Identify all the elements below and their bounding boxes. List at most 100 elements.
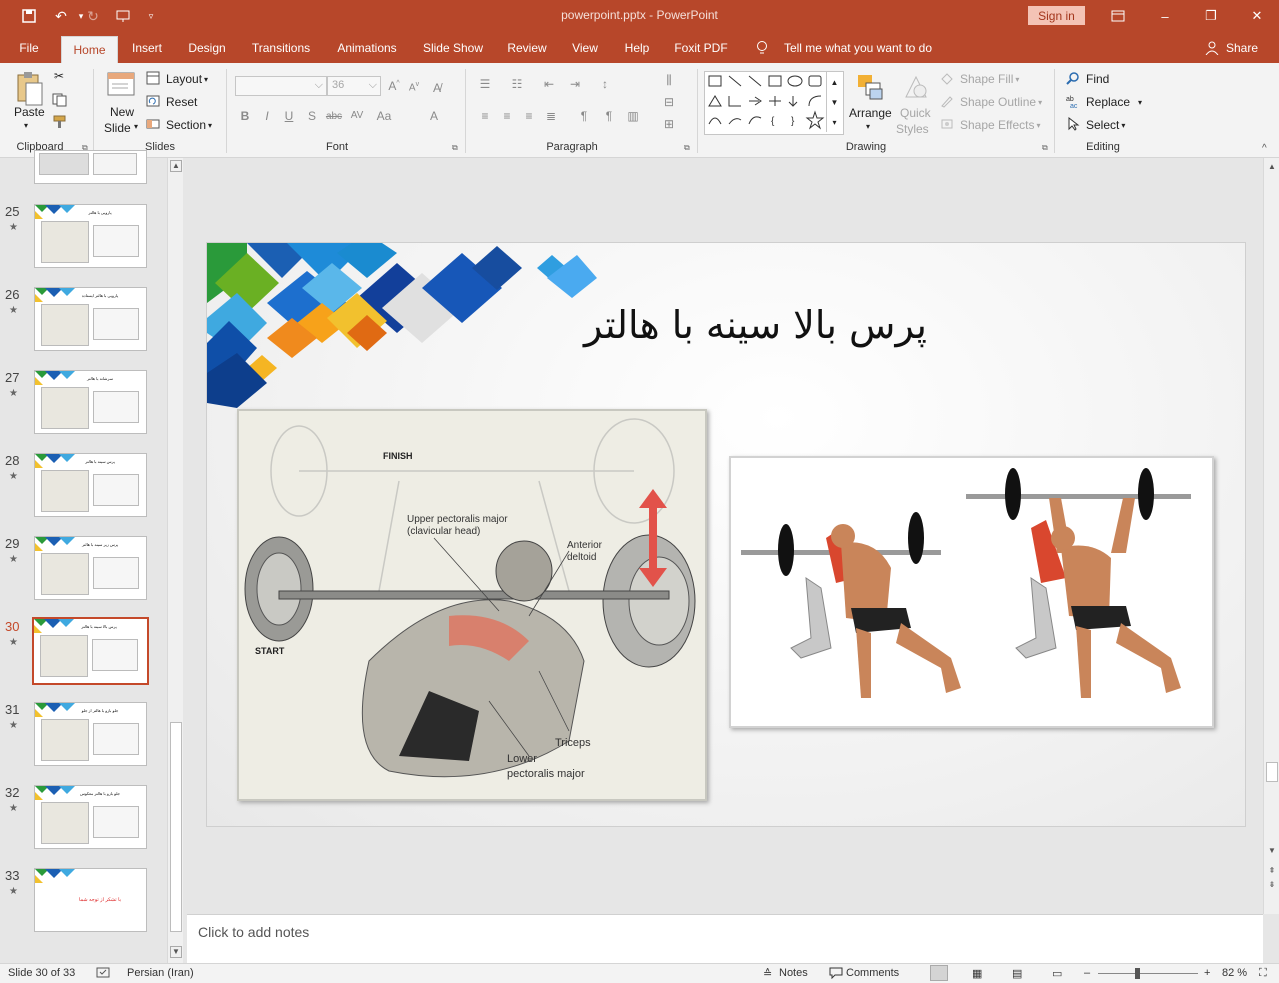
slide-thumbnail-row[interactable]: 33 ★ با تشکر از توجه شما (0, 868, 168, 934)
align-center-icon[interactable]: ≡ (498, 109, 516, 123)
section-button[interactable]: Section ▾ (146, 117, 212, 133)
slide-thumbnail[interactable]: پرس زیر سینه با هالتر (34, 536, 147, 600)
collapse-ribbon-icon[interactable]: ^ (1262, 143, 1267, 154)
replace-button[interactable]: ab ac Replace ▾ (1066, 94, 1142, 110)
tab-foxit-pdf[interactable]: Foxit PDF (670, 32, 732, 63)
slide-thumbnail-row[interactable]: 28 ★ پرس سینه با هالتر (0, 453, 168, 519)
anatomy-figure[interactable]: FINISH START Upper pectoralis major (cla… (237, 409, 707, 801)
slide-thumbnail[interactable]: سرشانه با هالتر (34, 370, 147, 434)
select-button[interactable]: Select ▾ (1066, 116, 1125, 133)
quick-styles-label2[interactable]: Styles (896, 122, 929, 136)
slide-sorter-icon[interactable]: ▦ (972, 967, 982, 980)
scroll-up-icon[interactable]: ▲ (170, 160, 182, 172)
slide-thumbnail[interactable]: جلو بازو با هالتر از جلو (34, 702, 147, 766)
slide-thumbnail-row[interactable]: 31 ★ جلو بازو با هالتر از جلو (0, 702, 168, 768)
tab-transitions[interactable]: Transitions (246, 32, 316, 63)
shapes-gallery[interactable]: {} (704, 71, 844, 135)
tab-file[interactable]: File (8, 32, 50, 63)
thumbnail-scrollbar[interactable]: ▲ ▼ (167, 158, 183, 963)
slide-thumbnails-pane[interactable]: 25 ★ پارویی با هالتر 26 ★ پارویی با هالتر ایس… (0, 150, 186, 963)
numbering-icon[interactable]: ☷ (508, 77, 526, 91)
slide-thumbnail[interactable]: پرس بالا سینه با هالتر (32, 617, 149, 685)
incline-press-figure[interactable] (729, 456, 1214, 728)
arrange-button[interactable]: Arrange (849, 106, 892, 120)
italic-icon[interactable]: I (258, 109, 276, 123)
zoom-in-icon[interactable]: + (1204, 967, 1210, 979)
scroll-down-icon[interactable]: ▼ (170, 946, 182, 958)
slide-title[interactable]: پرس بالا سینه با هالتر (507, 303, 927, 347)
zoom-out-icon[interactable]: – (1084, 967, 1090, 979)
close-icon[interactable]: ✕ (1242, 5, 1272, 27)
tab-insert[interactable]: Insert (124, 32, 170, 63)
smartart-icon[interactable]: ⊞ (660, 117, 678, 131)
increase-font-icon[interactable]: A^ (385, 79, 403, 93)
start-from-beginning-icon[interactable] (112, 6, 134, 26)
notes-toggle-icon[interactable]: ≙ (763, 967, 772, 980)
share-button[interactable]: Share (1224, 32, 1260, 63)
increase-indent-icon[interactable]: ⇥ (566, 77, 584, 91)
decrease-indent-icon[interactable]: ⇤ (540, 77, 558, 91)
tab-slide-show[interactable]: Slide Show (418, 32, 488, 63)
font-color-icon[interactable]: A (425, 109, 443, 123)
new-slide-button[interactable]: New (110, 105, 134, 119)
slide-thumbnail[interactable]: جلو بازو با هالتر معکوس (34, 785, 147, 849)
align-right-icon[interactable]: ≡ (520, 109, 538, 123)
reading-view-icon[interactable]: ▤ (1012, 967, 1022, 980)
arrange-icon[interactable] (856, 73, 884, 101)
shadow-icon[interactable]: S (303, 109, 321, 123)
bold-icon[interactable]: B (236, 109, 254, 123)
slide-thumbnail[interactable]: پرس سینه با هالتر (34, 453, 147, 517)
tab-design[interactable]: Design (182, 32, 232, 63)
quick-styles-icon[interactable] (902, 73, 930, 101)
font-size-combo[interactable]: 36 ⌵ (327, 76, 381, 96)
undo-icon[interactable]: ↶ (50, 6, 72, 26)
slide-thumbnail-row[interactable]: 32 ★ جلو بازو با هالتر معکوس (0, 785, 168, 851)
notes-placeholder[interactable]: Click to add notes (198, 924, 309, 940)
scroll-down-icon[interactable]: ▼ (1266, 846, 1278, 858)
slide-thumbnail-row[interactable]: 27 ★ سرشانه با هالتر (0, 370, 168, 436)
tab-help[interactable]: Help (618, 32, 656, 63)
drawing-launcher-icon[interactable]: ⧉ (1042, 143, 1048, 153)
align-text-icon[interactable]: ⊟ (660, 95, 678, 109)
normal-view-icon[interactable] (930, 965, 948, 981)
slide-scrollbar[interactable]: ▲ ▼ ⇞ ⇟ (1263, 158, 1279, 914)
sign-in-button[interactable]: Sign in (1028, 6, 1085, 25)
scroll-thumb[interactable] (170, 722, 182, 932)
slide-thumbnail[interactable]: با تشکر از توجه شما (34, 868, 147, 932)
scroll-thumb[interactable] (1266, 762, 1278, 782)
find-button[interactable]: Find (1066, 71, 1109, 87)
tell-me-search[interactable]: Tell me what you want to do (780, 32, 936, 63)
new-slide-dropdown-icon[interactable]: ▾ (134, 122, 138, 131)
previous-slide-icon[interactable]: ⇞ (1266, 866, 1278, 878)
paragraph-launcher-icon[interactable]: ⧉ (684, 143, 690, 153)
redo-icon[interactable]: ↻ (82, 6, 104, 26)
align-left-icon[interactable]: ≡ (476, 109, 494, 123)
tab-home[interactable]: Home (61, 36, 118, 63)
rtl-icon[interactable]: ¶ (600, 109, 618, 123)
save-icon[interactable] (18, 6, 40, 26)
comments-button[interactable]: Comments (846, 967, 899, 979)
slideshow-icon[interactable]: ▭ (1052, 967, 1062, 980)
slide-thumbnail-row[interactable]: 26 ★ پارویی با هالتر ایستاده (0, 287, 168, 353)
minimize-icon[interactable]: – (1150, 5, 1180, 27)
ltr-icon[interactable]: ¶ (575, 109, 593, 123)
paste-button[interactable]: Paste (14, 105, 45, 119)
format-painter-icon[interactable] (52, 115, 68, 129)
scroll-up-icon[interactable]: ▲ (1266, 162, 1278, 174)
cut-icon[interactable]: ✂ (54, 69, 64, 83)
justify-icon[interactable]: ≣ (542, 109, 560, 123)
zoom-slider[interactable] (1098, 973, 1198, 974)
current-slide[interactable]: پرس بالا سینه با هالتر FINISH START Uppe… (206, 242, 1246, 827)
new-slide-icon[interactable] (106, 71, 136, 99)
slide-thumbnail[interactable]: پارویی با هالتر ایستاده (34, 287, 147, 351)
font-launcher-icon[interactable]: ⧉ (452, 143, 458, 153)
strikethrough-icon[interactable]: abc (325, 111, 343, 122)
quick-styles-button[interactable]: Quick (900, 106, 931, 120)
shape-outline-button[interactable]: Shape Outline ▾ (940, 94, 1042, 110)
slide-thumbnail-row[interactable]: 25 ★ پارویی با هالتر (0, 204, 168, 270)
paste-icon[interactable] (14, 71, 44, 107)
reset-button[interactable]: Reset (146, 94, 197, 110)
columns-icon[interactable]: ▥ (624, 109, 642, 123)
bullets-icon[interactable]: ☰ (476, 77, 494, 91)
tab-view[interactable]: View (566, 32, 604, 63)
